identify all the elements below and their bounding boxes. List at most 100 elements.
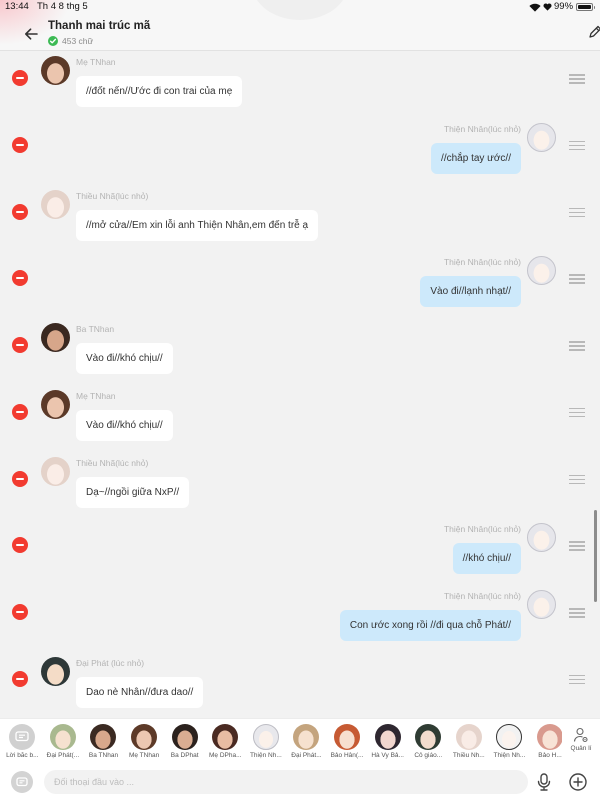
delete-message-button[interactable] — [12, 203, 28, 220]
manage-label: Quản lí — [570, 745, 592, 752]
character-item[interactable]: Mẹ DPha... — [205, 719, 246, 767]
word-count: 453 chữ — [62, 36, 94, 46]
character-narration[interactable]: Lời bắc b... — [2, 719, 43, 767]
delete-message-button[interactable] — [12, 537, 28, 554]
avatar — [252, 724, 279, 750]
delete-message-button[interactable] — [12, 70, 28, 86]
drag-handle-icon[interactable] — [569, 541, 585, 543]
character-item[interactable]: Hà Vy Bả... — [367, 719, 408, 767]
microphone-button[interactable] — [537, 773, 551, 791]
page-title: Thanh mai trúc mã — [48, 20, 151, 32]
drag-handle-icon[interactable] — [569, 341, 585, 343]
microphone-icon — [537, 773, 551, 791]
add-button[interactable] — [569, 773, 587, 791]
character-label: Lời bắc b... — [6, 752, 39, 759]
avatar[interactable] — [527, 122, 556, 152]
avatar — [415, 724, 442, 750]
message-row: Mẹ TNhan //đốt nến//Ước đi con trai của … — [0, 51, 600, 118]
delete-message-button[interactable] — [12, 470, 28, 487]
message-bubble[interactable]: Vào đi//khó chịu// — [76, 409, 173, 441]
delete-message-button[interactable] — [12, 670, 28, 687]
drag-handle-icon[interactable] — [569, 608, 585, 610]
character-label: Đại Phát(... — [46, 752, 80, 759]
sender-name: Đại Phát (lúc nhỏ) — [76, 657, 145, 668]
message-row: Thiều Nhã(lúc nhỏ) Dạ~//ngồi giữa NxP// — [0, 452, 600, 519]
character-item[interactable]: Đại Phát(... — [43, 719, 84, 767]
drag-handle-icon[interactable] — [569, 140, 585, 143]
avatar[interactable] — [527, 256, 556, 286]
avatar — [49, 724, 76, 750]
chat-bubble-icon — [9, 724, 36, 750]
character-label: Bảo Hân(... — [330, 752, 364, 759]
avatar[interactable] — [41, 323, 70, 352]
character-item[interactable]: Thiều Nh... — [449, 719, 490, 767]
character-item[interactable]: Ba DPhat — [164, 719, 205, 767]
character-label: Cô giáo... — [414, 752, 443, 759]
plus-circle-icon — [569, 773, 587, 791]
avatar[interactable] — [41, 189, 70, 219]
avatar[interactable] — [41, 56, 70, 85]
delete-message-button[interactable] — [12, 270, 28, 287]
character-label: Mẹ DPha... — [209, 752, 242, 759]
character-item[interactable]: Bảo Hân(... — [327, 719, 368, 767]
message-bubble[interactable]: //khó chịu// — [452, 543, 521, 575]
message-bubble[interactable]: //chắp tay ước// — [431, 142, 521, 174]
drag-handle-icon[interactable] — [569, 274, 585, 276]
back-button[interactable] — [22, 26, 40, 42]
character-label: Ba TNhan — [88, 752, 119, 759]
drag-handle-icon[interactable] — [569, 674, 585, 677]
avatar[interactable] — [41, 456, 70, 486]
avatar — [90, 724, 117, 750]
message-bubble[interactable]: //mở cửa//Em xin lỗi anh Thiện Nhân,em đ… — [76, 209, 319, 241]
delete-message-button[interactable] — [12, 403, 28, 420]
delete-message-button[interactable] — [12, 136, 28, 153]
character-label: Bảo H... — [538, 752, 562, 759]
avatar — [131, 724, 158, 750]
character-item[interactable]: Thiện Nh... — [489, 719, 530, 767]
message-bubble[interactable]: Vào đi//lạnh nhạt// — [420, 276, 521, 308]
battery-percent: 99% — [554, 1, 574, 12]
status-bar: 13:44 Th 4 8 thg 5 99% — [0, 0, 600, 14]
avatar — [455, 724, 482, 750]
avatar[interactable] — [527, 523, 556, 553]
message-bubble[interactable]: Vào đi//khó chịu// — [76, 343, 173, 374]
edit-button[interactable] — [588, 25, 600, 39]
message-bubble[interactable]: //đốt nến//Ước đi con trai của mẹ — [76, 76, 243, 107]
avatar[interactable] — [41, 389, 70, 419]
character-item[interactable]: Cô giáo... — [408, 719, 449, 767]
avatar[interactable] — [527, 590, 556, 619]
message-bubble[interactable]: Dạ~//ngồi giữa NxP// — [76, 476, 190, 508]
sender-name: Thiện Nhân(lúc nhỏ) — [443, 591, 521, 601]
message-bubble[interactable]: Con ước xong rồi //đi qua chỗ Phát// — [339, 610, 521, 641]
message-row: Mẹ TNhan Vào đi//khó chịu// — [0, 385, 600, 452]
sender-name: Thiện Nhân(lúc nhỏ) — [443, 257, 521, 268]
message-row: Đại Phát (lúc nhỏ) Dao nè Nhân//đưa dao/… — [0, 652, 600, 718]
composer — [0, 766, 600, 800]
dialogue-input[interactable] — [44, 770, 528, 794]
character-item[interactable]: Mẹ TNhan — [124, 719, 165, 767]
avatar — [171, 724, 198, 750]
character-item[interactable]: Thiện Nh... — [246, 719, 287, 767]
delete-message-button[interactable] — [12, 604, 28, 620]
message-bubble[interactable]: Dao nè Nhân//đưa dao// — [76, 676, 204, 708]
check-circle-icon — [48, 36, 58, 46]
delete-message-button[interactable] — [12, 337, 28, 353]
message-list[interactable]: Mẹ TNhan //đốt nến//Ước đi con trai của … — [0, 51, 600, 718]
scrollbar[interactable] — [594, 510, 597, 602]
character-strip[interactable]: Lời bắc b... Đại Phát(... Ba TNhan Mẹ TN… — [2, 719, 562, 767]
character-item[interactable]: Bảo H... — [530, 719, 562, 767]
dialogue-mode-button[interactable] — [11, 771, 33, 793]
drag-handle-icon[interactable] — [569, 407, 585, 410]
status-date: Th 4 8 thg 5 — [37, 1, 88, 12]
drag-handle-icon[interactable] — [569, 74, 585, 76]
avatar — [496, 724, 523, 750]
avatar[interactable] — [41, 656, 70, 686]
message-row: Thiện Nhân(lúc nhỏ) Vào đi//lạnh nhạt// — [0, 251, 600, 318]
message-row: Thiều Nhã(lúc nhỏ) //mở cửa//Em xin lỗi … — [0, 185, 600, 252]
avatar — [212, 724, 239, 750]
character-item[interactable]: Ba TNhan — [83, 719, 124, 767]
character-item[interactable]: Đại Phát... — [286, 719, 327, 767]
drag-handle-icon[interactable] — [569, 207, 585, 209]
drag-handle-icon[interactable] — [569, 474, 585, 476]
manage-button[interactable]: Quản lí — [562, 719, 600, 767]
